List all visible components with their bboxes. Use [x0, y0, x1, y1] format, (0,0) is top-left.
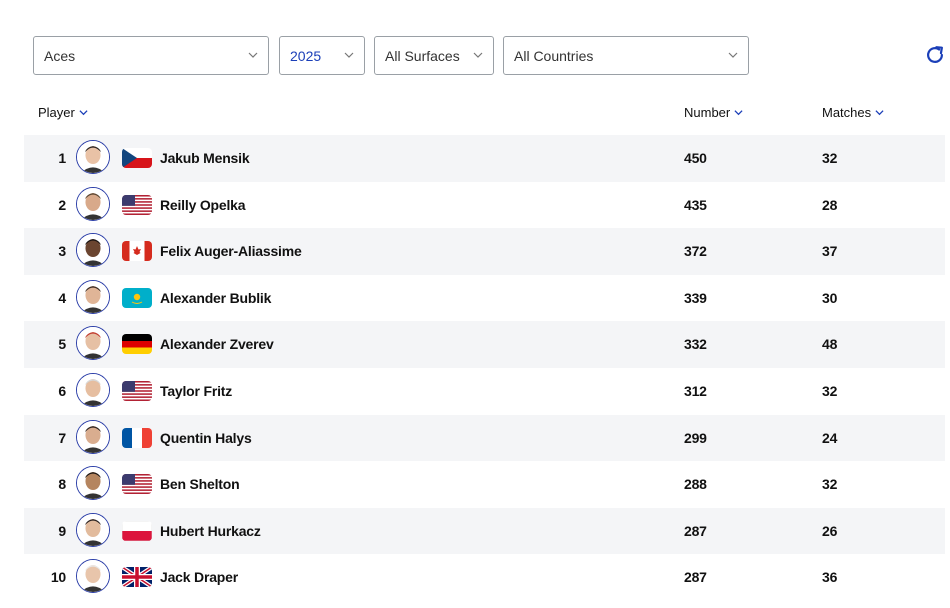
player-rank: 6 [58, 382, 66, 399]
matches-count: 32 [822, 476, 838, 493]
table-row[interactable]: 7 Quentin Halys 299 24 [24, 414, 945, 462]
table-row[interactable]: 8 Ben Shelton 288 32 [24, 461, 945, 508]
player-avatar[interactable] [76, 279, 110, 314]
stat-select[interactable]: Aces [33, 36, 269, 75]
chevron-down-icon [875, 110, 884, 116]
matches-header-label: Matches [822, 105, 872, 120]
player-avatar[interactable] [76, 233, 110, 268]
table-body: 1 Jakub Mensik 450 32 2 Reilly Opelka 435 28 3 Fe… [24, 135, 945, 601]
player-name-link[interactable]: Jack Draper [160, 569, 238, 585]
player-name-link[interactable]: Quentin Halys [160, 430, 252, 446]
aces-number: 288 [684, 476, 707, 493]
matches-count: 48 [822, 336, 838, 353]
player-name-link[interactable]: Alexander Bublik [160, 290, 271, 306]
surface-select[interactable]: All Surfaces [374, 36, 494, 75]
table-row[interactable]: 9 Hubert Hurkacz 287 26 [24, 507, 945, 555]
player-rank: 2 [58, 196, 66, 213]
country-flag [122, 474, 152, 495]
country-select-value: All Countries [514, 47, 594, 64]
country-flag [122, 194, 152, 215]
year-select-value: 2025 [290, 47, 322, 64]
chevron-down-icon [728, 52, 738, 58]
country-flag [122, 334, 152, 355]
country-flag [122, 427, 152, 448]
table-row[interactable]: 5 Alexander Zverev 332 48 [24, 321, 945, 368]
player-name-link[interactable]: Alexander Zverev [160, 336, 274, 352]
aces-number: 287 [684, 569, 707, 586]
year-select[interactable]: 2025 [279, 36, 365, 75]
table-row[interactable]: 4 Alexander Bublik 339 30 [24, 274, 945, 322]
player-name-link[interactable]: Ben Shelton [160, 476, 240, 492]
matches-count: 36 [822, 569, 838, 586]
player-header-label: Player [38, 105, 75, 120]
surface-select-value: All Surfaces [385, 47, 460, 64]
country-select[interactable]: All Countries [503, 36, 749, 75]
country-flag [122, 241, 152, 262]
player-name-link[interactable]: Jakub Mensik [160, 150, 250, 166]
player-rank: 7 [58, 429, 66, 446]
player-avatar[interactable] [76, 140, 110, 174]
player-rank: 5 [58, 336, 66, 353]
filter-bar: Aces 2025 All Surfaces All Countries [33, 36, 950, 76]
aces-number: 312 [684, 382, 707, 399]
player-avatar[interactable] [76, 326, 110, 361]
table-row[interactable]: 6 Taylor Fritz 312 32 [24, 367, 945, 415]
player-avatar[interactable] [76, 372, 110, 407]
player-name-link[interactable]: Reilly Opelka [160, 197, 246, 213]
matches-count: 28 [822, 196, 838, 213]
player-name-link[interactable]: Taylor Fritz [160, 383, 232, 399]
stat-select-value: Aces [44, 47, 76, 64]
aces-number: 287 [684, 522, 707, 539]
number-header-label: Number [684, 105, 731, 120]
player-rank: 3 [58, 243, 66, 260]
aces-number: 435 [684, 196, 707, 213]
sort-matches-header[interactable]: Matches [822, 105, 884, 120]
table-row[interactable]: 10 Jack Draper 287 36 [24, 554, 945, 601]
sort-number-header[interactable]: Number [684, 105, 743, 120]
player-rank: 9 [58, 522, 66, 539]
player-rank: 10 [50, 569, 66, 586]
matches-count: 26 [822, 522, 838, 539]
aces-number: 372 [684, 243, 707, 260]
table-row[interactable]: 3 Felix Auger-Aliassime 372 37 [24, 228, 945, 275]
player-name-link[interactable]: Felix Auger-Aliassime [160, 243, 302, 259]
table-row[interactable]: 2 Reilly Opelka 435 28 [24, 181, 945, 229]
matches-count: 32 [822, 150, 838, 166]
chevron-down-icon [248, 52, 258, 58]
player-avatar[interactable] [76, 512, 110, 547]
player-rank: 4 [58, 289, 66, 306]
player-rank: 8 [58, 476, 66, 493]
matches-count: 37 [822, 243, 838, 260]
country-flag [122, 148, 152, 168]
aces-number: 339 [684, 289, 707, 306]
aces-number: 450 [684, 150, 707, 166]
player-avatar[interactable] [76, 186, 110, 221]
aces-number: 332 [684, 336, 707, 353]
table-row[interactable]: 1 Jakub Mensik 450 32 [24, 135, 945, 182]
chevron-down-icon [473, 52, 483, 58]
chevron-down-icon [734, 110, 743, 116]
player-rank: 1 [58, 150, 66, 166]
player-avatar[interactable] [76, 466, 110, 501]
leaderboard-table: Player Number Matches 1 Jakub Mensik 450 32… [24, 91, 945, 601]
country-flag [122, 287, 152, 308]
country-flag [122, 380, 152, 401]
table-header: Player Number Matches [24, 91, 945, 135]
player-avatar[interactable] [76, 559, 110, 594]
refresh-icon[interactable] [924, 44, 946, 66]
country-flag [122, 567, 152, 588]
matches-count: 24 [822, 429, 838, 446]
sort-player-header[interactable]: Player [38, 105, 88, 120]
player-name-link[interactable]: Hubert Hurkacz [160, 523, 261, 539]
player-avatar[interactable] [76, 419, 110, 454]
aces-number: 299 [684, 429, 707, 446]
matches-count: 32 [822, 382, 838, 399]
chevron-down-icon [344, 52, 354, 58]
matches-count: 30 [822, 289, 838, 306]
chevron-down-icon [79, 110, 88, 116]
country-flag [122, 520, 152, 541]
